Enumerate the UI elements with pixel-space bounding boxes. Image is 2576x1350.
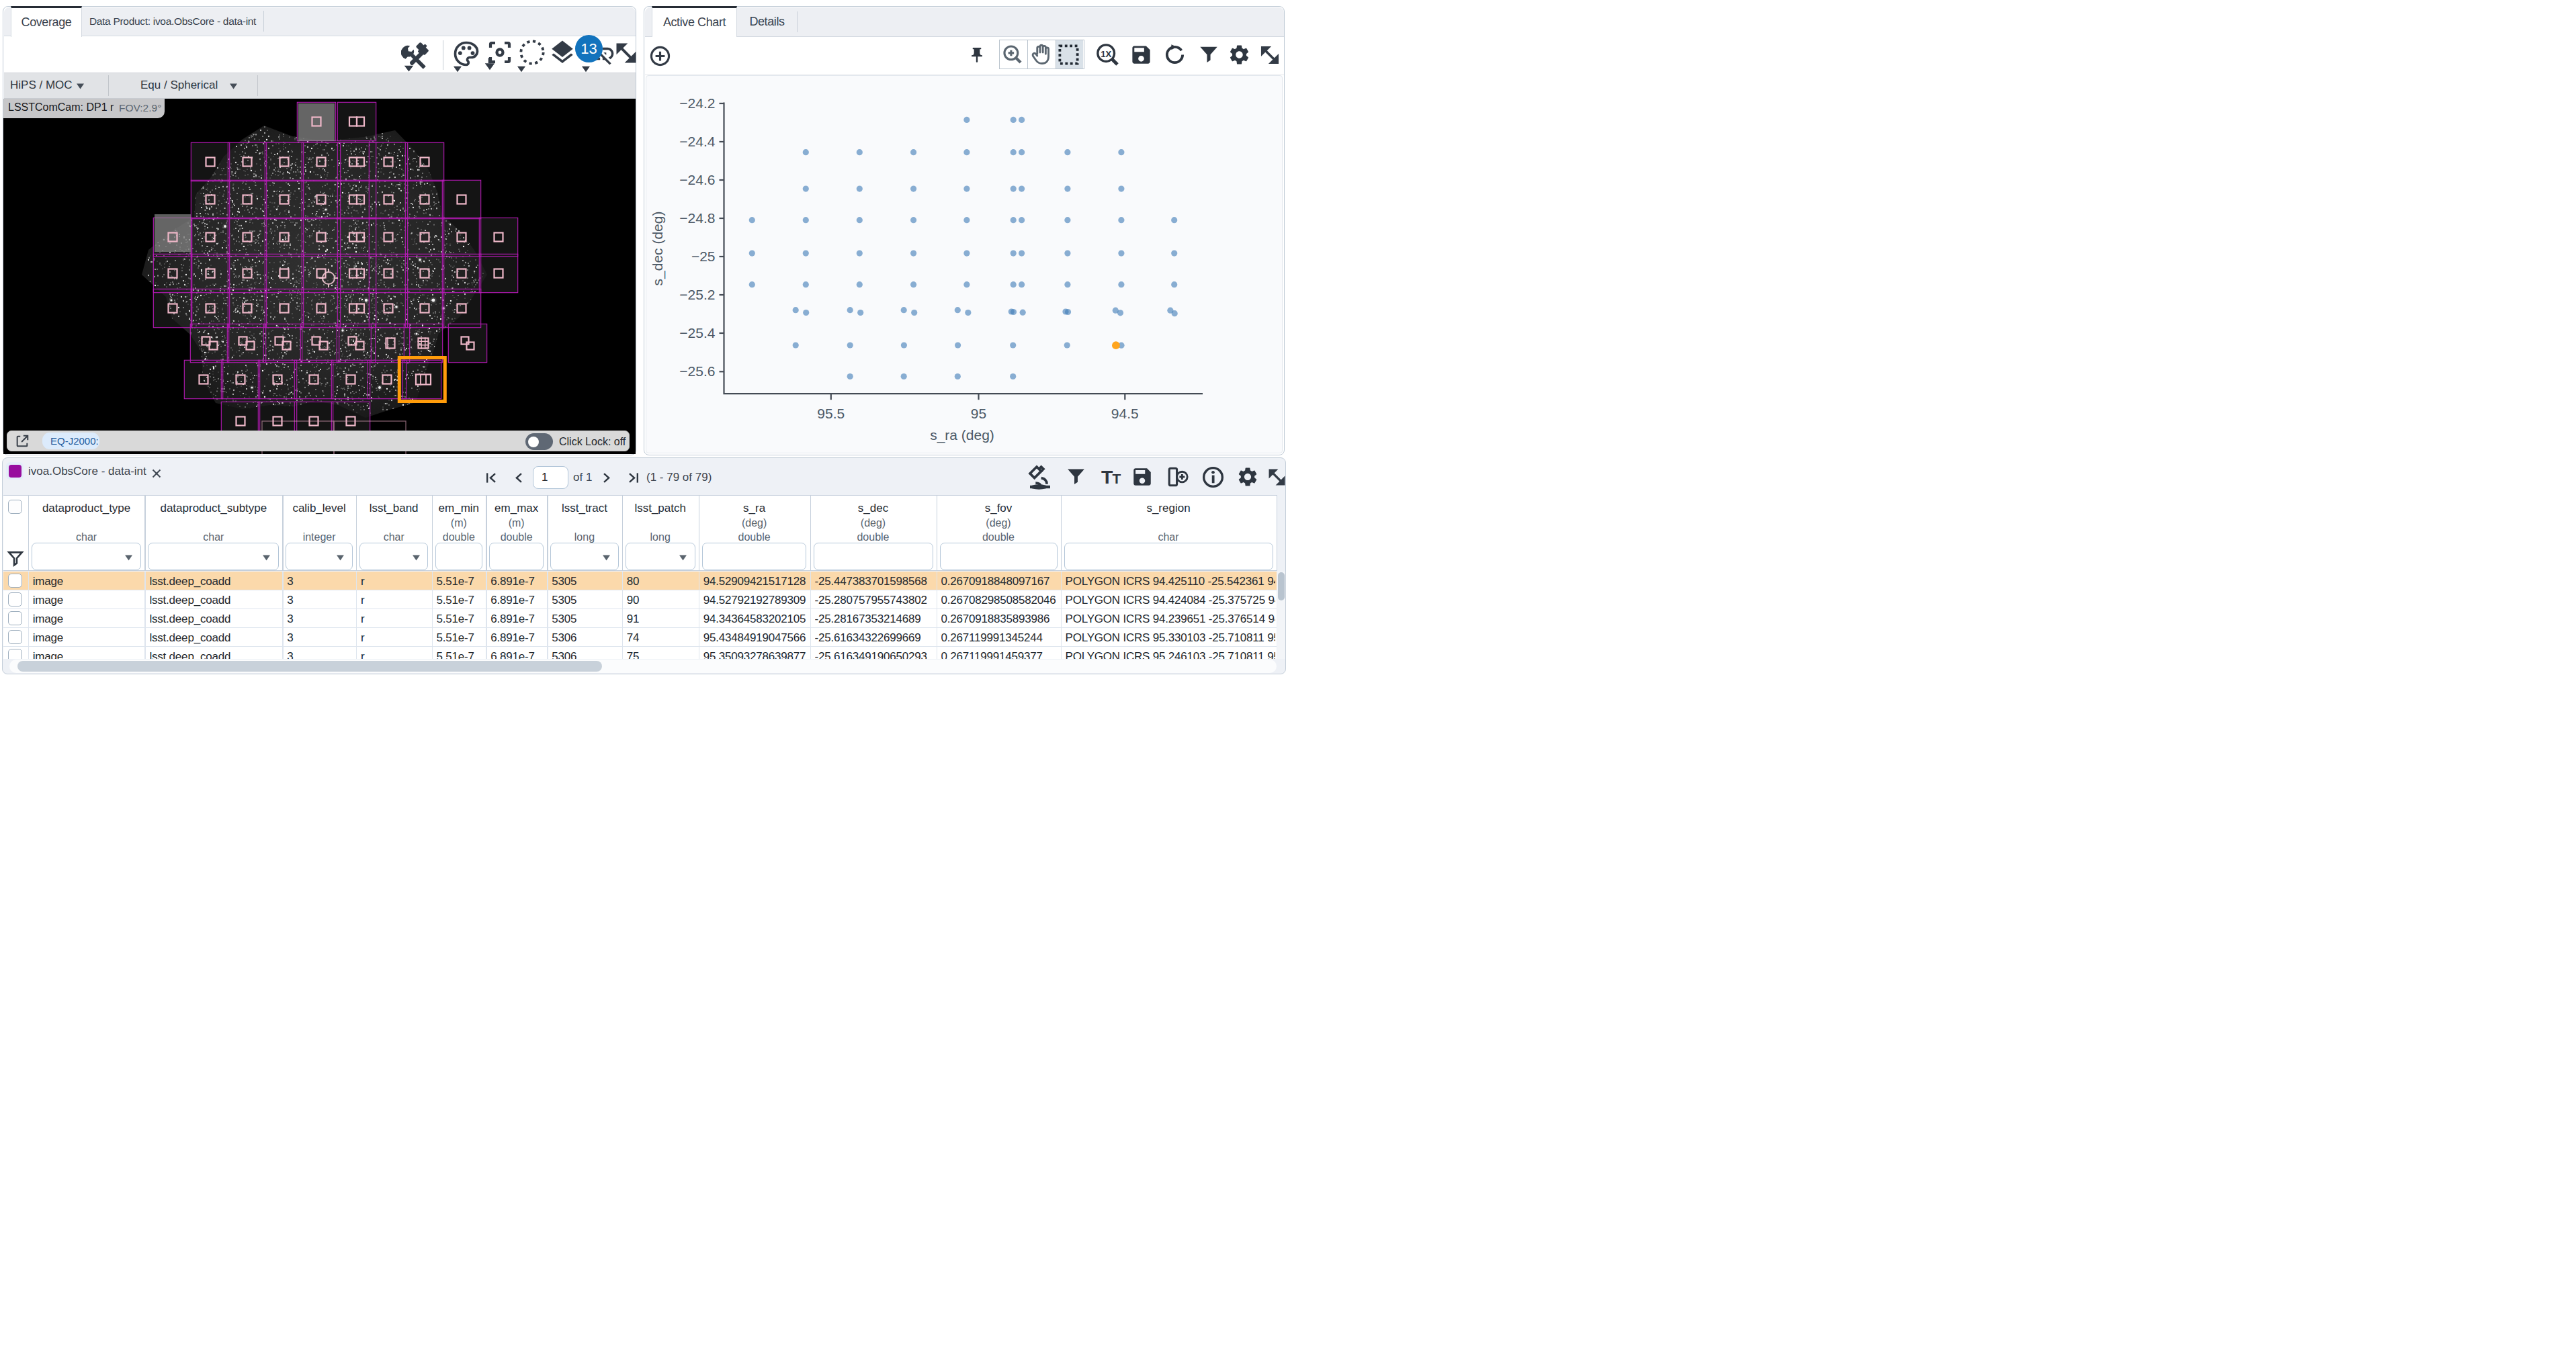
svg-text:T: T xyxy=(1113,471,1121,486)
svg-text:−25.4: −25.4 xyxy=(679,325,715,341)
svg-text:−25.6: −25.6 xyxy=(679,363,715,379)
svg-text:−24.6: −24.6 xyxy=(679,172,715,187)
svg-text:1X: 1X xyxy=(1101,49,1111,59)
svg-text:−25: −25 xyxy=(691,249,716,264)
svg-text:s_ra (deg): s_ra (deg) xyxy=(930,427,994,443)
svg-text:s_dec (deg): s_dec (deg) xyxy=(650,212,666,286)
svg-text:95.5: 95.5 xyxy=(817,406,845,421)
svg-text:95: 95 xyxy=(971,406,986,421)
svg-text:94.5: 94.5 xyxy=(1111,406,1139,421)
svg-text:T: T xyxy=(1101,466,1113,488)
svg-text:−25.2: −25.2 xyxy=(679,287,715,302)
svg-text:−24.4: −24.4 xyxy=(679,134,715,149)
svg-text:−24.2: −24.2 xyxy=(679,95,715,111)
svg-text:−24.8: −24.8 xyxy=(679,210,715,226)
